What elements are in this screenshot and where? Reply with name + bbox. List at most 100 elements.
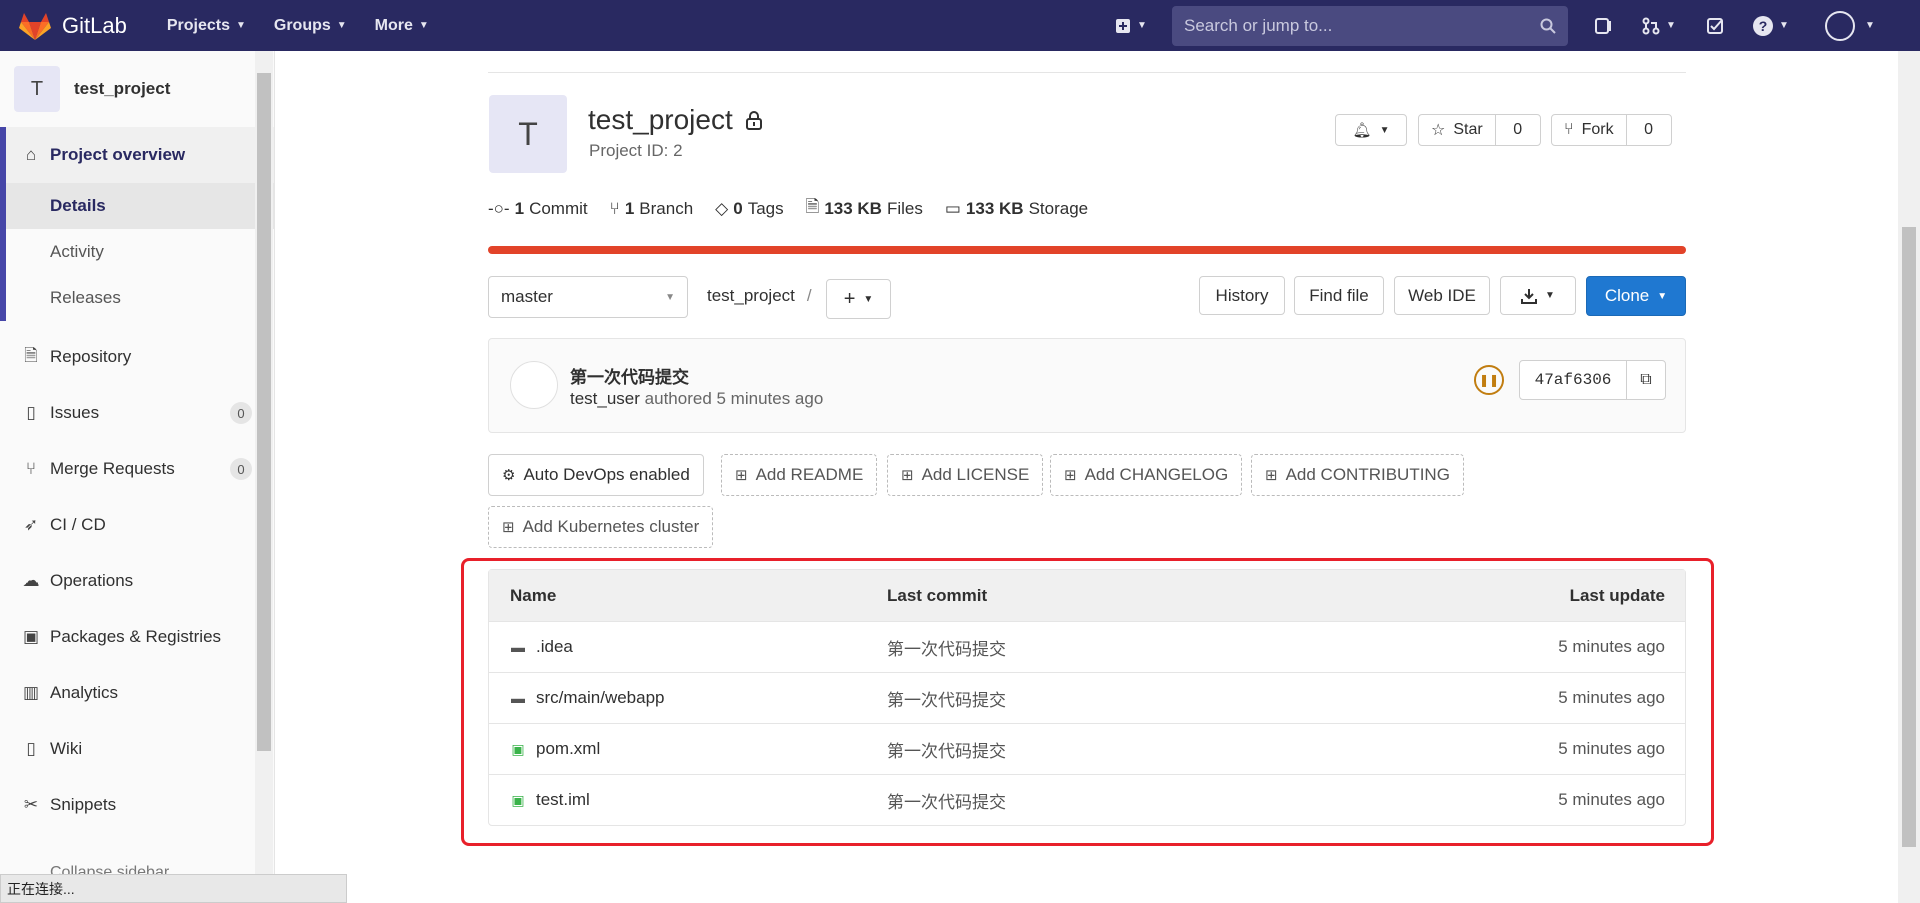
star-count[interactable]: 0 [1496,121,1540,139]
fork-icon: ⑂ [1564,121,1574,138]
disk-icon: ▭ [944,198,961,218]
sidebar-item-operations[interactable]: ☁ Operations [0,553,274,609]
nav-projects[interactable]: Projects ▼ [167,17,246,35]
plus-icon: + [843,287,856,310]
sidebar-item-analytics[interactable]: ▥ Analytics [0,665,274,721]
help-dropdown[interactable]: ? ▼ [1746,9,1796,43]
sidebar-item-ci-cd[interactable]: ➶ CI / CD [0,497,274,553]
sidebar-subitem-activity[interactable]: Activity [0,229,274,275]
stat-value: 133 KB [824,198,882,218]
sidebar-item-packages[interactable]: ▣ Packages & Registries [0,609,274,665]
sidebar-item-snippets[interactable]: ✂ Snippets [0,777,274,833]
tags-stat[interactable]: ◇ 0 Tags [715,194,783,223]
commit-sha[interactable]: 47af6306 [1520,361,1627,399]
plus-square-icon: ⊞ [901,467,914,484]
add-changelog-button[interactable]: ⊞ Add CHANGELOG [1050,454,1243,496]
chevron-down-icon: ▼ [1379,124,1390,136]
sidebar-item-wiki[interactable]: ▯ Wiki [0,721,274,777]
merge-requests-nav[interactable]: ▼ [1634,9,1684,43]
sidebar-item-project-overview[interactable]: ⌂ Project overview [0,127,274,183]
chevron-down-icon: ▼ [863,293,874,305]
sidebar-project-header[interactable]: T test_project [0,61,274,117]
search-placeholder: Search or jump to... [1184,15,1333,35]
gitlab-logo[interactable]: GitLab [18,11,127,41]
commit-meta: test_user authored 5 minutes ago [570,389,823,409]
star-label: Star [1453,121,1483,138]
notification-dropdown[interactable]: 🔔︎ ▼ [1335,114,1407,146]
sidebar-item-issues[interactable]: ▯ Issues 0 [0,385,274,441]
nav-more[interactable]: More ▼ [375,17,429,35]
stat-label: Tags [747,198,784,218]
fork-label: Fork [1581,121,1614,138]
commit-title[interactable]: 第一次代码提交 [570,363,689,388]
sidebar-item-repository[interactable]: 🗎 Repository [0,329,274,385]
top-navbar: GitLab Projects ▼ Groups ▼ More ▼ ▼ Search … [0,0,1920,51]
add-kubernetes-button[interactable]: ⊞ Add Kubernetes cluster [488,506,714,548]
sidebar-item-merge-requests[interactable]: ⑂ Merge Requests 0 [0,441,274,497]
brand-name: GitLab [62,12,127,38]
breadcrumb-project[interactable]: test_project [707,286,795,305]
star-button-group: ☆ Star 0 [1418,114,1541,146]
files-stat[interactable]: 🗎 133 KB Files [806,194,923,223]
auto-devops-button[interactable]: ⚙ Auto DevOps enabled [488,454,704,496]
commits-stat[interactable]: -○- 1 Commit [488,194,588,223]
chevron-down-icon: ▼ [1779,20,1789,31]
chart-icon: ▥ [22,683,40,702]
nav-groups[interactable]: Groups ▼ [274,17,347,35]
plus-square-icon: ⊞ [735,467,748,484]
download-dropdown[interactable]: ▼ [1500,276,1576,315]
sidebar-item-label: Operations [50,571,134,590]
check-square-icon [1707,17,1723,34]
add-changelog-label: Add CHANGELOG [1084,465,1229,484]
add-readme-button[interactable]: ⊞ Add README [721,454,878,496]
user-menu[interactable]: ▼ [1820,9,1880,43]
add-to-tree-dropdown[interactable]: + ▼ [826,279,891,319]
branch-selector[interactable]: master ▼ [488,276,688,318]
add-license-button[interactable]: ⊞ Add LICENSE [887,454,1044,496]
commit-author-avatar[interactable] [510,361,558,409]
auto-devops-label: Auto DevOps enabled [523,465,690,484]
commit-author[interactable]: test_user [570,389,640,408]
download-icon [1521,288,1538,304]
history-button[interactable]: History [1199,276,1285,315]
web-ide-button[interactable]: Web IDE [1394,276,1490,315]
issues-icon: ▯ [26,403,36,422]
project-avatar: T [489,95,567,173]
sidebar-group-project-overview: ⌂ Project overview Details Activity Rele… [0,127,274,321]
nav-groups-label: Groups [273,16,331,34]
page-scrollbar-thumb[interactable] [1902,227,1916,847]
star-button[interactable]: ☆ Star [1419,115,1496,145]
branches-stat[interactable]: ⑂ 1 Branch [610,194,694,223]
clone-dropdown[interactable]: Clone ▼ [1586,276,1686,316]
fork-button[interactable]: ⑂ Fork [1552,115,1627,145]
add-readme-label: Add README [755,465,864,484]
star-icon: ☆ [1431,122,1446,139]
plus-square-icon: ⊞ [502,519,515,536]
fork-count[interactable]: 0 [1627,121,1671,139]
sidebar-item-label: Wiki [50,739,83,758]
todos-nav[interactable] [1698,9,1732,43]
document-icon: 🗎 [24,345,38,365]
pipeline-paused-icon[interactable]: ❚❚ [1474,365,1504,395]
nav-projects-label: Projects [166,16,230,34]
sidebar-scrollbar-thumb[interactable] [257,73,271,751]
commit-time: authored 5 minutes ago [644,389,824,408]
tag-icon: ◇ [715,198,729,218]
breadcrumb-separator: / [806,286,812,305]
clone-label: Clone [1604,286,1650,305]
plus-square-icon: ⊞ [1265,467,1278,484]
search-input[interactable]: Search or jump to... [1172,5,1568,46]
plus-square-icon [1116,18,1131,33]
find-file-button[interactable]: Find file [1294,276,1384,315]
sidebar-subitem-releases[interactable]: Releases [0,275,274,321]
sidebar-subitem-details[interactable]: Details [0,183,274,229]
add-contributing-label: Add CONTRIBUTING [1285,465,1450,484]
todo-list-icon [1595,17,1611,34]
page-scrollbar[interactable] [1898,51,1920,903]
copy-icon[interactable]: ⧉ [1627,361,1665,399]
issues-nav-icon[interactable] [1586,9,1620,43]
sidebar-scrollbar[interactable] [255,51,273,891]
new-item-dropdown[interactable]: ▼ [1106,9,1156,43]
storage-stat[interactable]: ▭ 133 KB Storage [945,194,1088,223]
add-contributing-button[interactable]: ⊞ Add CONTRIBUTING [1251,454,1464,496]
